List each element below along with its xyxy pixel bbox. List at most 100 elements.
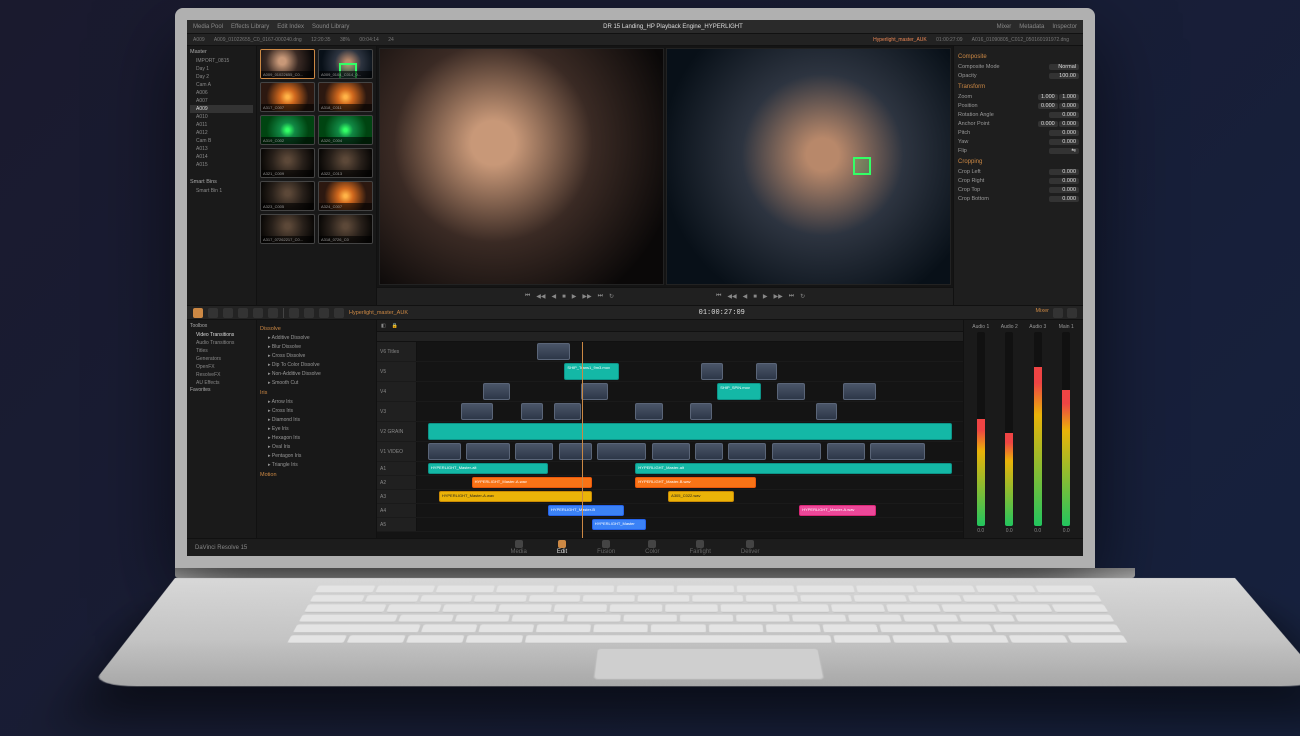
timeline-clip[interactable]: HYPERLIGHT_Master-B.wav (635, 477, 755, 488)
timeline-clip[interactable] (521, 403, 543, 420)
timeline-clip[interactable] (690, 403, 712, 420)
topbar-sound-library[interactable]: Sound Library (312, 24, 349, 30)
timeline-clip[interactable] (559, 443, 592, 460)
bin-a010[interactable]: A010 (190, 113, 253, 121)
page-media[interactable]: Media (510, 540, 526, 555)
clip-thumbnail[interactable]: A322_C013 (318, 148, 373, 178)
fxlib-titles[interactable]: Titles (190, 347, 253, 355)
track-lane[interactable]: HYPERLIGHT_Master-A.wavHYPERLIGHT_Master… (417, 476, 963, 489)
timeline-clip[interactable]: HYPERLIGHT_Master-alt (635, 463, 952, 474)
pos-x-value[interactable]: 0.000 (1038, 103, 1058, 109)
step-back-button[interactable]: ◀◀ (536, 293, 545, 300)
pitch-value[interactable]: 0.000 (1049, 130, 1079, 136)
timeline-clip[interactable]: SHIP_Trans1_9m3.mov (564, 363, 619, 380)
fxlib-resolvefx[interactable]: ResolveFX (190, 371, 253, 379)
timeline-clip[interactable]: HYPERLIGHT_Master (592, 519, 647, 530)
bin-import_0815[interactable]: IMPORT_0815 (190, 57, 253, 65)
rotation-value[interactable]: 0.000 (1049, 112, 1079, 118)
fx-smooth-cut[interactable]: ▸ Smooth Cut (260, 378, 373, 387)
insert-tool[interactable] (238, 308, 248, 318)
timeline-clip[interactable] (816, 403, 838, 420)
clip-thumbnail[interactable]: A009_01022655_C0... (260, 49, 315, 79)
timeline-panel[interactable]: ◧ 🔒 V6 TitlesV5SHIP_Trans1_9m3.movV4SHIP… (377, 320, 963, 538)
page-fairlight[interactable]: Fairlight (690, 540, 711, 555)
timeline-clip[interactable] (554, 403, 581, 420)
fx-arrow-iris[interactable]: ▸ Arrow Iris (260, 397, 373, 406)
timeline-clip[interactable] (466, 443, 510, 460)
clip-thumbnail[interactable]: A317_07262217_C0... (260, 214, 315, 244)
bin-a015[interactable]: A015 (190, 161, 253, 169)
fx-non-additive-dissolve[interactable]: ▸ Non-Additive Dissolve (260, 369, 373, 378)
crop-top-value[interactable]: 0.000 (1049, 187, 1079, 193)
timeline-clip[interactable] (756, 363, 778, 380)
crop-left-value[interactable]: 0.000 (1049, 169, 1079, 175)
mixer-channel-main-1[interactable]: Main 10.0 (1054, 324, 1080, 534)
track-header[interactable]: V5 (377, 362, 417, 381)
bin-a011[interactable]: A011 (190, 121, 253, 129)
topbar-edit-index[interactable]: Edit Index (277, 24, 304, 30)
track-header[interactable]: A1 (377, 462, 417, 475)
fxlib-audio-transitions[interactable]: Audio Transitions (190, 339, 253, 347)
fx-cross-dissolve[interactable]: ▸ Cross Dissolve (260, 351, 373, 360)
fx-additive-dissolve[interactable]: ▸ Additive Dissolve (260, 333, 373, 342)
track-header[interactable]: V3 (377, 402, 417, 421)
timeline-clip[interactable]: HYPERLIGHT_Master-B (548, 505, 624, 516)
fxlib-au-effects[interactable]: AU Effects (190, 379, 253, 387)
smart-bin-item[interactable]: Smart Bin 1 (190, 187, 253, 195)
fxlib-video-transitions[interactable]: Video Transitions (190, 331, 253, 339)
timeline-clip[interactable] (843, 383, 876, 400)
timeline-clip[interactable] (461, 403, 494, 420)
program-viewer[interactable] (666, 48, 951, 285)
play-button-2[interactable]: ▶ (763, 293, 768, 300)
yaw-value[interactable]: 0.000 (1049, 139, 1079, 145)
overwrite-tool[interactable] (253, 308, 263, 318)
channel-fader-value[interactable]: 0.0 (1006, 528, 1013, 534)
track-lane[interactable] (417, 402, 963, 421)
step-forward-button[interactable]: ▶▶ (582, 293, 591, 300)
master-timecode[interactable]: 01:00:27:09 (699, 309, 745, 317)
timeline-clip[interactable] (777, 383, 804, 400)
timeline-clip[interactable] (827, 443, 865, 460)
timeline-clip[interactable] (581, 383, 608, 400)
clip-thumbnail[interactable]: A319_C002 (260, 115, 315, 145)
bin-a013[interactable]: A013 (190, 145, 253, 153)
track-lane[interactable] (417, 442, 963, 461)
bin-a007[interactable]: A007 (190, 97, 253, 105)
timeline-view-options[interactable] (1053, 308, 1063, 318)
track-header[interactable]: V6 Titles (377, 342, 417, 361)
prev-clip-button[interactable]: ⏮ (525, 293, 530, 300)
link-toggle[interactable] (304, 308, 314, 318)
page-color[interactable]: Color (645, 540, 659, 555)
bin-a009[interactable]: A009 (190, 105, 253, 113)
zoom-slider[interactable] (1067, 308, 1077, 318)
selection-tool[interactable] (193, 308, 203, 318)
timeline-clip[interactable]: SHIP_SPIN.mov (717, 383, 761, 400)
page-fusion[interactable]: Fusion (597, 540, 615, 555)
timeline-clip[interactable] (652, 443, 690, 460)
mixer-toggle-label[interactable]: Mixer (1036, 308, 1049, 318)
channel-fader-value[interactable]: 0.0 (1063, 528, 1070, 534)
play-button[interactable]: ▶ (572, 293, 577, 300)
anchor-x-value[interactable]: 0.000 (1038, 121, 1058, 127)
bin-day-2[interactable]: Day 2 (190, 73, 253, 81)
track-lane[interactable]: HYPERLIGHT_Master-altHYPERLIGHT_Master-a… (417, 462, 963, 475)
track-lane[interactable] (417, 342, 963, 361)
snap-toggle[interactable] (289, 308, 299, 318)
blade-tool[interactable] (223, 308, 233, 318)
bin-a014[interactable]: A014 (190, 153, 253, 161)
playhead[interactable] (582, 342, 583, 538)
clip-thumbnail[interactable]: A318_C011 (318, 82, 373, 112)
topbar-effects-library[interactable]: Effects Library (231, 24, 269, 30)
fx-diamond-iris[interactable]: ▸ Diamond Iris (260, 415, 373, 424)
loop-button[interactable]: ↻ (609, 293, 614, 300)
track-lane[interactable] (417, 422, 963, 441)
track-header[interactable]: A5 (377, 518, 417, 531)
prev-clip-button-2[interactable]: ⏮ (716, 293, 721, 300)
track-controls-icon[interactable]: ◧ (381, 323, 386, 329)
topbar-mixer[interactable]: Mixer (997, 24, 1012, 30)
clip-thumbnail[interactable]: A317_C007 (260, 82, 315, 112)
timeline-clip[interactable] (728, 443, 766, 460)
clip-thumbnail[interactable]: A320_C004 (318, 115, 373, 145)
stop-button-2[interactable]: ■ (753, 294, 757, 300)
fxlib-openfx[interactable]: OpenFX (190, 363, 253, 371)
